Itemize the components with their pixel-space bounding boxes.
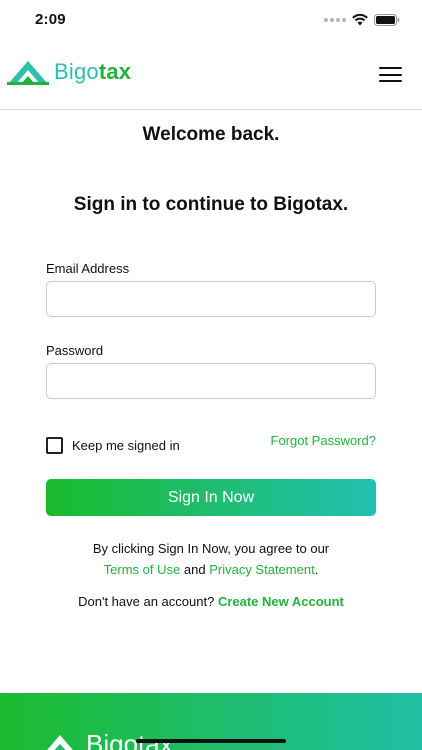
home-indicator [136,739,286,743]
keep-signed-in[interactable]: Keep me signed in [46,437,180,454]
terms-of-use-link[interactable]: Terms of Use [104,562,181,577]
agree-prefix: By clicking Sign In Now, you agree to ou… [92,541,330,556]
password-label: Password [46,343,104,358]
footer-logo-icon [46,734,74,750]
brand-logo[interactable]: Bigotax [6,58,131,86]
no-account-text: Don't have an account? [78,594,215,609]
wifi-icon [352,14,368,26]
agree-period: . [314,562,319,577]
bigotax-logo-icon [7,61,49,85]
status-time: 2:09 [35,11,66,28]
password-field[interactable] [46,363,376,399]
brand-name-part2: tax [98,59,132,84]
create-account-link[interactable]: Create New Account [218,594,344,609]
privacy-statement-link[interactable]: Privacy Statement [209,562,315,577]
battery-icon [374,14,400,26]
brand-name: Bigotax [54,59,131,85]
email-field[interactable] [46,281,376,317]
keep-signed-in-checkbox[interactable] [46,437,63,454]
terms-agreement: By clicking Sign In Now, you agree to ou… [0,538,422,580]
keep-signed-in-label: Keep me signed in [72,438,180,453]
welcome-heading: Welcome back. [142,124,280,145]
hamburger-menu-icon[interactable] [379,67,402,82]
agree-and: and [183,562,206,577]
status-icons [324,14,400,26]
sign-in-button[interactable]: Sign In Now [46,479,376,516]
email-label: Email Address [46,261,130,276]
signup-prompt: Don't have an account? Create New Accoun… [0,594,422,609]
app-header: Bigotax [0,44,422,110]
status-bar: 2:09 [0,0,422,44]
signal-dots-icon [324,18,346,22]
forgot-password-link[interactable]: Forgot Password? [271,433,377,448]
brand-name-part1: Bigo [54,59,99,84]
signin-subtitle: Sign in to continue to Bigotax. [73,194,349,215]
